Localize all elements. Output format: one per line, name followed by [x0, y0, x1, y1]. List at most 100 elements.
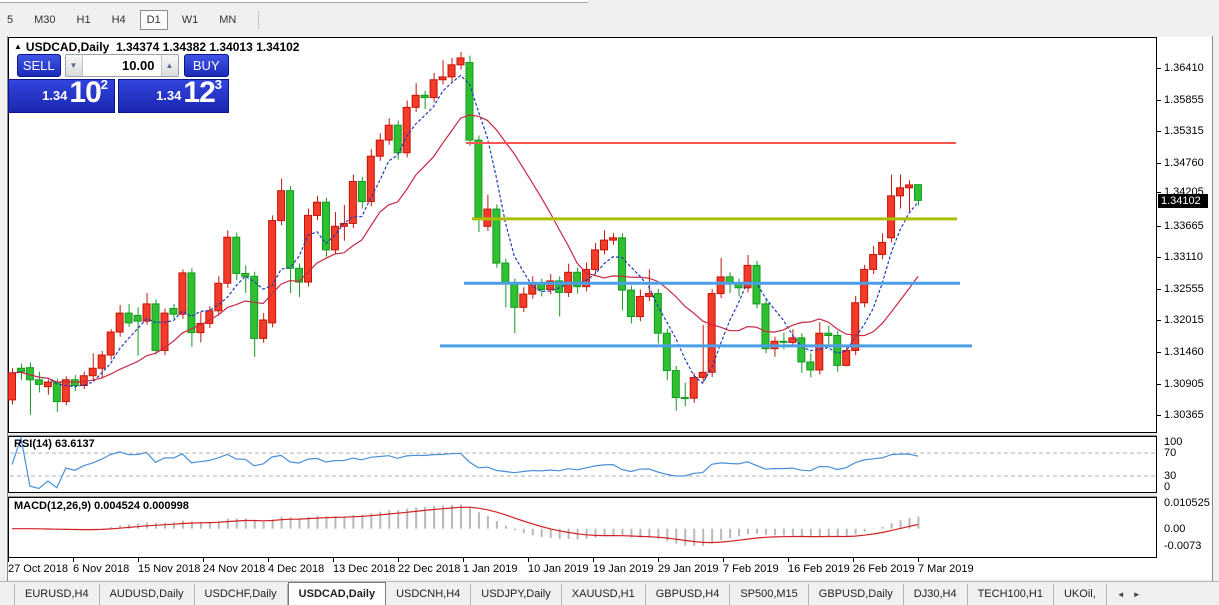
price-axis-label: 1.31460	[1164, 346, 1204, 358]
tab-usdchf-daily[interactable]: USDCHF,Daily	[195, 584, 288, 605]
price-axis-tick	[1157, 163, 1161, 164]
timeframe-button-d1[interactable]: D1	[139, 10, 168, 30]
date-axis-tick	[658, 558, 659, 562]
tab-dj30-h4[interactable]: DJ30,H4	[904, 584, 968, 605]
date-axis-tick	[918, 558, 919, 562]
tab-eurusd-h4[interactable]: EURUSD,H4	[14, 584, 100, 605]
date-axis-tick	[203, 558, 204, 562]
price-axis-tick	[1157, 384, 1161, 385]
tab-audusd-daily[interactable]: AUDUSD,Daily	[100, 584, 195, 605]
tab-gbpusd-h4[interactable]: GBPUSD,H4	[646, 584, 731, 605]
buy-price-pip: 3	[214, 77, 222, 92]
date-axis-label: 7 Feb 2019	[723, 563, 779, 575]
date-axis-tick	[463, 558, 464, 562]
price-axis-tick	[1157, 192, 1161, 193]
tab-usdcad-daily[interactable]: USDCAD,Daily	[287, 582, 387, 605]
timeframe-button-h4[interactable]: H4	[105, 10, 133, 30]
tab-tech100-h1[interactable]: TECH100,H1	[968, 584, 1054, 605]
current-price-badge: 1.34102	[1158, 194, 1208, 208]
date-axis-tick	[8, 558, 9, 562]
buy-price-base: 1.34	[156, 88, 182, 103]
chart-ohlc-values: 1.34374 1.34382 1.34013 1.34102	[115, 40, 300, 54]
sell-button[interactable]: SELL	[17, 54, 61, 77]
indicator-axis-label: 0.010525	[1164, 497, 1210, 509]
tab-usdjpy-daily[interactable]: USDJPY,Daily	[471, 584, 562, 605]
price-axis-tick	[1157, 320, 1161, 321]
price-axis-tick	[1157, 257, 1161, 258]
price-axis-tick	[1157, 352, 1161, 353]
date-axis-label: 19 Jan 2019	[593, 563, 654, 575]
date-axis-label: 10 Jan 2019	[528, 563, 589, 575]
buy-price-box[interactable]: 1.34123	[118, 76, 229, 113]
chart-symbol: USDCAD,Daily	[25, 40, 110, 54]
sell-price-big: 10	[69, 76, 101, 109]
timeframe-button-mn[interactable]: MN	[212, 10, 243, 30]
price-axis-label: 1.34760	[1164, 157, 1204, 169]
date-axis-tick	[593, 558, 594, 562]
timeframe-button-h1[interactable]: H1	[70, 10, 98, 30]
date-axis-label: 16 Feb 2019	[788, 563, 850, 575]
price-axis-label: 1.36410	[1164, 62, 1204, 74]
date-axis-label: 29 Jan 2019	[658, 563, 719, 575]
price-axis-tick	[1157, 415, 1161, 416]
date-axis-label: 27 Oct 2018	[8, 563, 68, 575]
price-axis-label: 1.32015	[1164, 314, 1204, 326]
sell-price-pip: 2	[100, 77, 108, 92]
chart-tab-bar: EURUSD,H4 AUDUSD,Daily USDCHF,Daily USDCAD,…	[0, 581, 1219, 605]
date-axis-label: 24 Nov 2018	[203, 563, 266, 575]
volume-decrease-icon[interactable]: ▼	[65, 55, 83, 76]
price-axis-tick	[1157, 289, 1161, 290]
timeframe-button-m30[interactable]: M30	[27, 10, 62, 30]
volume-input[interactable]	[82, 55, 161, 76]
tab-gbpusd-daily[interactable]: GBPUSD,Daily	[809, 584, 904, 605]
indicator-axis-label: 0	[1164, 481, 1171, 493]
tab-usdcnh-h4[interactable]: USDCNH,H4	[386, 584, 472, 605]
date-axis-label: 22 Dec 2018	[398, 563, 461, 575]
date-axis-tick	[268, 558, 269, 562]
date-axis-label: 26 Feb 2019	[853, 563, 915, 575]
indicator-axis-label: 70	[1164, 447, 1177, 459]
volume-increase-icon[interactable]: ▲	[160, 55, 178, 76]
date-axis-tick	[398, 558, 399, 562]
price-axis-label: 1.33110	[1164, 251, 1203, 263]
toolbar-separator	[258, 11, 260, 29]
date-axis-tick	[723, 558, 724, 562]
tab-ukoil-[interactable]: UKOil,	[1054, 584, 1107, 605]
indicator-axis-label: -0.0073	[1164, 540, 1202, 552]
date-axis-label: 15 Nov 2018	[138, 563, 201, 575]
rsi-indicator-canvas[interactable]	[8, 436, 1157, 493]
tab-scroll-left-icon[interactable]: ◄	[1113, 584, 1129, 605]
price-axis-label: 1.30905	[1164, 378, 1204, 390]
collapse-arrow-icon[interactable]: ▲	[14, 42, 22, 51]
date-axis-label: 13 Dec 2018	[333, 563, 396, 575]
indicator-axis-label: 0.00	[1164, 523, 1186, 535]
tab-sp500-m15[interactable]: SP500,M15	[730, 584, 809, 605]
macd-label: MACD(12,26,9) 0.004524 0.000998	[14, 500, 189, 512]
price-axis-tick	[1157, 100, 1161, 101]
window-left-edge	[0, 36, 8, 581]
timeframe-button-w1[interactable]: W1	[175, 10, 206, 30]
sell-price-base: 1.34	[42, 88, 68, 103]
date-axis-tick	[788, 558, 789, 562]
price-axis-tick	[1157, 131, 1161, 132]
timeframe-button-5[interactable]: 5	[0, 10, 20, 30]
buy-button[interactable]: BUY	[183, 54, 229, 77]
date-axis-tick	[333, 558, 334, 562]
price-axis-label: 1.35315	[1164, 125, 1204, 137]
tab-xauusd-h1[interactable]: XAUUSD,H1	[562, 584, 646, 605]
price-axis-label: 1.30365	[1164, 409, 1204, 421]
tab-scroll-right-icon[interactable]: ►	[1129, 584, 1145, 605]
date-axis-tick	[528, 558, 529, 562]
date-axis-label: 1 Jan 2019	[463, 563, 518, 575]
price-axis[interactable]: 1.36410 1.35855 1.35315 1.34760 1.34205 1.336…	[1157, 37, 1212, 579]
date-axis[interactable]: 27 Oct 2018 6 Nov 2018 15 Nov 2018 24 Nov 2…	[8, 558, 1157, 579]
price-axis-label: 1.32555	[1164, 283, 1204, 295]
date-axis-label: 4 Dec 2018	[268, 563, 325, 575]
window-top-strip	[0, 0, 588, 3]
date-axis-label: 7 Mar 2019	[918, 563, 974, 575]
sell-price-box[interactable]: 1.34102	[8, 76, 115, 113]
rsi-label: RSI(14) 63.6137	[14, 438, 95, 450]
date-axis-tick	[853, 558, 854, 562]
chart-symbol-header: ▲ USDCAD,Daily 1.34374 1.34382 1.34013 1.…	[14, 40, 299, 54]
date-axis-label: 6 Nov 2018	[73, 563, 130, 575]
